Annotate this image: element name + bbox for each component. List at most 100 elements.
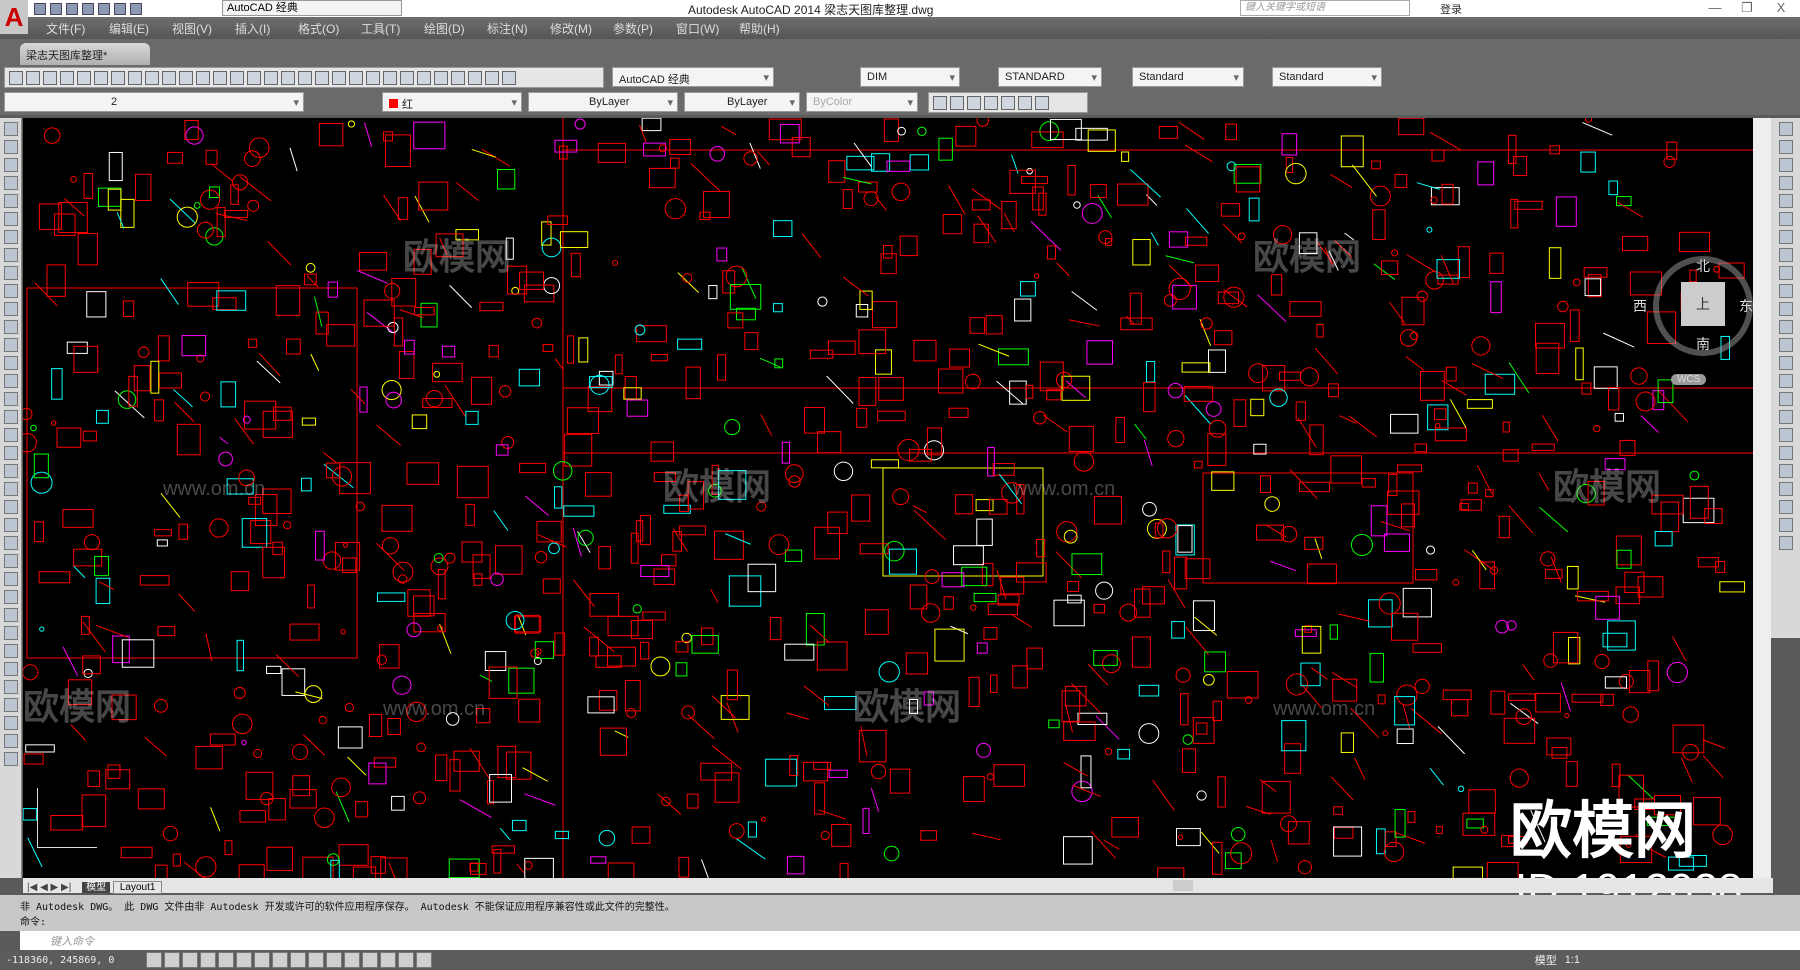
menu-item[interactable]: 修改(M) <box>550 20 613 37</box>
minimize-button[interactable]: — <box>1700 0 1730 17</box>
viewcube-west[interactable]: 西 <box>1633 296 1647 316</box>
modify-tool-icon[interactable] <box>1778 302 1793 316</box>
modify-tool-icon[interactable] <box>1778 518 1793 532</box>
draw-tool-icon[interactable] <box>3 356 18 370</box>
modify-tool-icon[interactable] <box>1778 284 1793 298</box>
view-tool-icon[interactable] <box>984 95 998 110</box>
toggle-button[interactable] <box>290 952 306 968</box>
toggle-button[interactable] <box>200 952 216 968</box>
tool-icon[interactable] <box>26 70 40 85</box>
toggle-button[interactable] <box>326 952 342 968</box>
draw-tool-icon[interactable] <box>3 428 18 442</box>
menu-item[interactable]: 编辑(E) <box>109 20 172 37</box>
draw-tool-icon[interactable] <box>3 158 18 172</box>
modify-tool-icon[interactable] <box>1778 266 1793 280</box>
tool-icon[interactable] <box>230 70 244 85</box>
draw-tool-icon[interactable] <box>3 392 18 406</box>
toggle-button[interactable] <box>272 952 288 968</box>
view-tool-icon[interactable] <box>967 95 981 110</box>
draw-tool-icon[interactable] <box>3 302 18 316</box>
annotation-scale[interactable]: 1:1 <box>1565 954 1580 966</box>
draw-tool-icon[interactable] <box>3 644 18 658</box>
vertical-scrollbar[interactable] <box>1753 118 1771 878</box>
draw-tool-icon[interactable] <box>3 608 18 622</box>
tool-icon[interactable] <box>145 70 159 85</box>
tool-icon[interactable] <box>332 70 346 85</box>
viewcube-top[interactable]: 上 <box>1681 282 1725 326</box>
restore-button[interactable]: ❐ <box>1732 0 1762 17</box>
saveas-icon[interactable] <box>82 2 94 15</box>
toggle-button[interactable] <box>308 952 324 968</box>
modify-tool-icon[interactable] <box>1778 446 1793 460</box>
draw-tool-icon[interactable] <box>3 680 18 694</box>
login-button[interactable]: 登录 <box>1440 1 1462 17</box>
drawing-canvas[interactable]: 北 西 东 南 上 WCS 欧模网 欧模网 欧模网 欧模网 欧模网 欧模网 ww… <box>23 118 1753 878</box>
plotstyle-dropdown[interactable]: ByColor <box>806 92 918 112</box>
viewcube-east[interactable]: 东 <box>1739 296 1753 316</box>
draw-tool-icon[interactable] <box>3 716 18 730</box>
modify-tool-icon[interactable] <box>1778 176 1793 190</box>
menu-item[interactable]: 文件(F) <box>46 20 109 37</box>
draw-tool-icon[interactable] <box>3 554 18 568</box>
linetype-dropdown[interactable]: ByLayer <box>528 92 678 112</box>
draw-tool-icon[interactable] <box>3 284 18 298</box>
tool-icon[interactable] <box>417 70 431 85</box>
modify-tool-icon[interactable] <box>1778 392 1793 406</box>
toggle-button[interactable] <box>344 952 360 968</box>
horizontal-scrollbar[interactable] <box>1173 880 1193 891</box>
command-input[interactable]: 键入命令 <box>20 931 1800 950</box>
undo-icon[interactable] <box>114 2 126 15</box>
view-tool-icon[interactable] <box>1018 95 1032 110</box>
tool-icon[interactable] <box>349 70 363 85</box>
autocad-logo-button[interactable]: A <box>0 0 28 34</box>
toggle-button[interactable] <box>164 952 180 968</box>
draw-tool-icon[interactable] <box>3 320 18 334</box>
toggle-button[interactable] <box>146 952 162 968</box>
draw-tool-icon[interactable] <box>3 518 18 532</box>
draw-tool-icon[interactable] <box>3 176 18 190</box>
toggle-button[interactable] <box>380 952 396 968</box>
view-tool-icon[interactable] <box>950 95 964 110</box>
modify-tool-icon[interactable] <box>1778 248 1793 262</box>
draw-tool-icon[interactable] <box>3 500 18 514</box>
toggle-button[interactable] <box>182 952 198 968</box>
tab-nav-arrows[interactable]: |◀ ◀ ▶ ▶| <box>27 882 71 893</box>
tool-icon[interactable] <box>281 70 295 85</box>
tool-icon[interactable] <box>485 70 499 85</box>
toggle-button[interactable] <box>398 952 414 968</box>
tool-icon[interactable] <box>9 70 23 85</box>
view-tool-icon[interactable] <box>933 95 947 110</box>
draw-tool-icon[interactable] <box>3 122 18 136</box>
tool-icon[interactable] <box>60 70 74 85</box>
color-dropdown[interactable]: 红 <box>382 92 522 112</box>
tool-icon[interactable] <box>502 70 516 85</box>
draw-tool-icon[interactable] <box>3 536 18 550</box>
open-icon[interactable] <box>50 2 62 15</box>
tab-document[interactable]: 梁志天图库整理* <box>20 43 150 65</box>
modify-tool-icon[interactable] <box>1778 536 1793 550</box>
modify-tool-icon[interactable] <box>1778 212 1793 226</box>
modify-tool-icon[interactable] <box>1778 230 1793 244</box>
tool-icon[interactable] <box>179 70 193 85</box>
draw-tool-icon[interactable] <box>3 266 18 280</box>
view-tool-icon[interactable] <box>1035 95 1049 110</box>
tool-icon[interactable] <box>383 70 397 85</box>
search-input[interactable]: 键入关键字或短语 <box>1240 0 1410 16</box>
modify-tool-icon[interactable] <box>1778 482 1793 496</box>
menu-item[interactable]: 标注(N) <box>487 20 550 37</box>
workspace-dropdown[interactable]: AutoCAD 经典 <box>612 67 774 87</box>
draw-tool-icon[interactable] <box>3 662 18 676</box>
draw-tool-icon[interactable] <box>3 194 18 208</box>
draw-tool-icon[interactable] <box>3 698 18 712</box>
viewcube-south[interactable]: 南 <box>1696 334 1710 354</box>
draw-tool-icon[interactable] <box>3 572 18 586</box>
draw-tool-icon[interactable] <box>3 140 18 154</box>
toggle-button[interactable] <box>254 952 270 968</box>
workspace-select[interactable]: AutoCAD 经典 <box>222 0 402 16</box>
menu-item[interactable]: 格式(O) <box>298 20 361 37</box>
modify-tool-icon[interactable] <box>1778 356 1793 370</box>
tool-icon[interactable] <box>468 70 482 85</box>
draw-tool-icon[interactable] <box>3 590 18 604</box>
draw-tool-icon[interactable] <box>3 374 18 388</box>
modify-tool-icon[interactable] <box>1778 122 1793 136</box>
